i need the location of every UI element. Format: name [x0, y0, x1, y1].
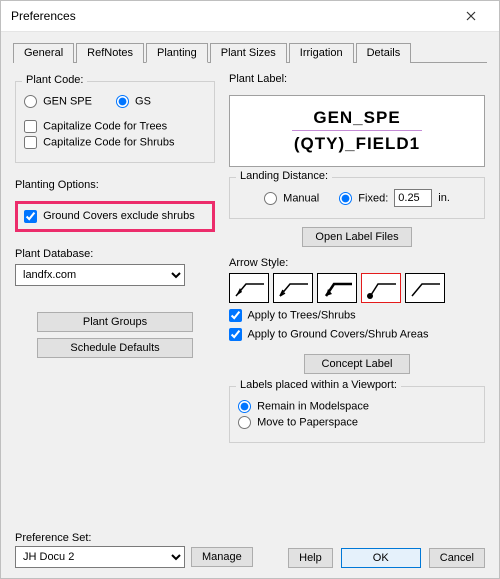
arrow-style-4[interactable] [361, 273, 401, 303]
close-icon [466, 11, 476, 21]
bottom-bar: Preference Set: JH Docu 2 Manage Help OK… [1, 522, 499, 578]
manage-button[interactable]: Manage [191, 547, 253, 567]
tab-irrigation[interactable]: Irrigation [289, 43, 354, 63]
tab-planting[interactable]: Planting [146, 43, 208, 63]
arrow-style-2[interactable] [273, 273, 313, 303]
preview-line2: (QTY)_FIELD1 [294, 134, 420, 154]
label-pref-set: Preference Set: [15, 532, 253, 544]
group-viewport: Labels placed within a Viewport: Remain … [229, 386, 485, 443]
unit-label: in. [438, 192, 450, 204]
group-title-plant-code: Plant Code: [22, 74, 87, 86]
window-title: Preferences [11, 9, 451, 23]
radio-manual[interactable]: Manual [264, 192, 319, 205]
check-cap-trees-label: Capitalize Code for Trees [43, 120, 167, 132]
preferences-window: Preferences General RefNotes Planting Pl… [0, 0, 500, 579]
radio-move-label: Move to Paperspace [257, 416, 358, 428]
check-cap-shrubs-label: Capitalize Code for Shrubs [43, 136, 174, 148]
group-landing: Landing Distance: Manual Fixed: in. [229, 177, 485, 219]
titlebar: Preferences [1, 1, 499, 32]
concept-label-button[interactable]: Concept Label [304, 354, 410, 374]
fixed-distance-input[interactable] [394, 189, 432, 207]
radio-fixed[interactable]: Fixed: [339, 192, 388, 205]
highlight-gc-exclude: Ground Covers exclude shrubs [15, 201, 215, 232]
arrow-style-row [229, 273, 485, 303]
tab-body: Plant Code: GEN SPE GS Capitalize Code f… [1, 63, 499, 578]
select-pref-set[interactable]: JH Docu 2 [15, 546, 185, 568]
preview-line1: GEN_SPE [313, 108, 400, 128]
tab-details[interactable]: Details [356, 43, 412, 63]
check-gc-exclude-label: Ground Covers exclude shrubs [43, 210, 195, 222]
radio-gs[interactable]: GS [116, 95, 151, 108]
plant-groups-button[interactable]: Plant Groups [37, 312, 193, 332]
check-apply-gc[interactable]: Apply to Ground Covers/Shrub Areas [229, 328, 428, 341]
check-apply-trees-label: Apply to Trees/Shrubs [247, 309, 355, 321]
label-planting-options: Planting Options: [15, 179, 215, 191]
check-gc-exclude[interactable]: Ground Covers exclude shrubs [24, 210, 195, 222]
radio-genspe[interactable]: GEN SPE [24, 95, 92, 108]
label-plant-label: Plant Label: [229, 73, 485, 85]
radio-remain[interactable]: Remain in Modelspace [238, 400, 369, 413]
group-title-viewport: Labels placed within a Viewport: [236, 379, 401, 391]
preview-underline [292, 130, 422, 131]
arrow-style-3[interactable] [317, 273, 357, 303]
tab-general[interactable]: General [13, 43, 74, 63]
radio-genspe-label: GEN SPE [43, 95, 92, 107]
radio-fixed-label: Fixed: [358, 192, 388, 204]
group-plant-code: Plant Code: GEN SPE GS Capitalize Code f… [15, 81, 215, 163]
cancel-button[interactable]: Cancel [429, 548, 485, 568]
tab-refnotes[interactable]: RefNotes [76, 43, 144, 63]
radio-remain-label: Remain in Modelspace [257, 400, 369, 412]
check-apply-trees[interactable]: Apply to Trees/Shrubs [229, 309, 356, 322]
tab-strip: General RefNotes Planting Plant Sizes Ir… [1, 32, 499, 62]
close-button[interactable] [451, 2, 491, 30]
arrow-style-5[interactable] [405, 273, 445, 303]
radio-manual-label: Manual [283, 192, 319, 204]
label-preview: GEN_SPE (QTY)_FIELD1 [229, 95, 485, 167]
group-title-landing: Landing Distance: [236, 170, 332, 182]
ok-button[interactable]: OK [341, 548, 421, 568]
open-label-files-button[interactable]: Open Label Files [302, 227, 411, 247]
help-button[interactable]: Help [288, 548, 333, 568]
radio-gs-label: GS [135, 95, 151, 107]
label-plant-db: Plant Database: [15, 248, 215, 260]
tab-plantsizes[interactable]: Plant Sizes [210, 43, 287, 63]
label-arrow-style: Arrow Style: [229, 257, 485, 269]
check-cap-trees[interactable]: Capitalize Code for Trees [24, 120, 167, 133]
check-cap-shrubs[interactable]: Capitalize Code for Shrubs [24, 136, 175, 149]
arrow-style-1[interactable] [229, 273, 269, 303]
check-apply-gc-label: Apply to Ground Covers/Shrub Areas [247, 328, 428, 340]
radio-move[interactable]: Move to Paperspace [238, 416, 358, 429]
select-plant-db[interactable]: landfx.com [15, 264, 185, 286]
schedule-defaults-button[interactable]: Schedule Defaults [37, 338, 193, 358]
